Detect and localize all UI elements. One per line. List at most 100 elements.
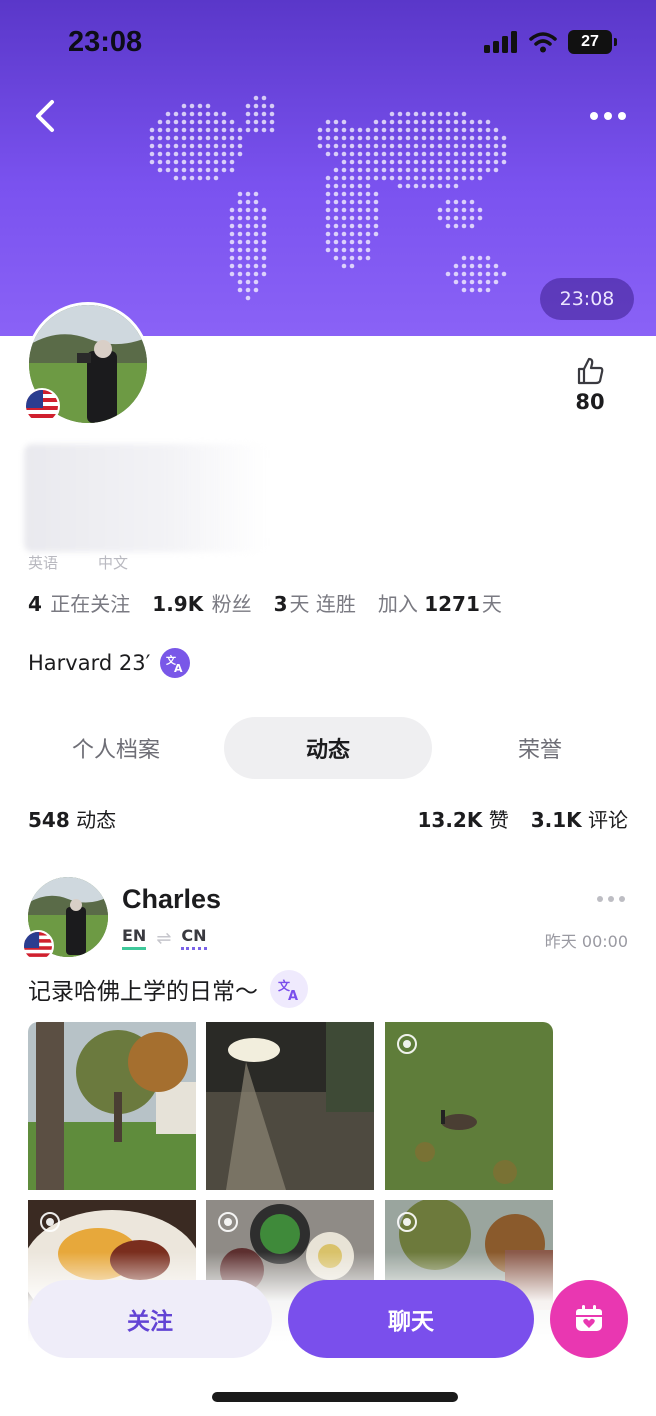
map-dot: [205, 167, 211, 173]
map-dot: [437, 175, 443, 181]
map-dot: [365, 167, 371, 173]
calendar-heart-button[interactable]: [550, 1280, 628, 1358]
battery-icon: 27: [568, 30, 617, 54]
map-dot: [469, 263, 475, 269]
map-dot: [205, 175, 211, 181]
map-dot: [357, 223, 363, 229]
thumbs-up-icon[interactable]: [575, 356, 605, 386]
map-dot: [253, 95, 259, 101]
map-dot: [397, 135, 403, 141]
map-dot: [365, 127, 371, 133]
map-dot: [349, 247, 355, 253]
followers-stat[interactable]: 1.9K 粉丝: [152, 588, 251, 617]
map-dot: [341, 119, 347, 125]
map-dot: [333, 175, 339, 181]
map-dot: [429, 175, 435, 181]
map-dot: [461, 199, 467, 205]
following-stat[interactable]: 4 正在关注: [28, 588, 130, 617]
map-dot: [349, 127, 355, 133]
map-dot: [261, 119, 267, 125]
map-dot: [253, 111, 259, 117]
world-map-dots: [149, 95, 507, 301]
map-dot: [333, 191, 339, 197]
chat-button[interactable]: 聊天: [288, 1280, 534, 1358]
map-dot: [325, 207, 331, 213]
map-dot: [333, 127, 339, 133]
map-dot: [461, 207, 467, 213]
map-dot: [253, 215, 259, 221]
map-dot: [189, 127, 195, 133]
tab-profile[interactable]: 个人档案: [12, 717, 220, 779]
map-dot: [197, 167, 203, 173]
map-dot: [453, 167, 459, 173]
map-dot: [237, 239, 243, 245]
post-author-name[interactable]: Charles: [122, 884, 221, 915]
map-dot: [477, 271, 483, 277]
map-dot: [149, 159, 155, 165]
back-chevron-icon[interactable]: [28, 96, 64, 136]
map-dot: [437, 207, 443, 213]
more-icon[interactable]: [586, 102, 630, 130]
map-dot: [237, 127, 243, 133]
map-dot: [173, 159, 179, 165]
map-dot: [397, 151, 403, 157]
map-dot: [157, 167, 163, 173]
map-dot: [485, 119, 491, 125]
map-dot: [437, 119, 443, 125]
map-dot: [469, 255, 475, 261]
map-dot: [461, 143, 467, 149]
map-dot: [165, 127, 171, 133]
map-dot: [237, 231, 243, 237]
translate-icon[interactable]: 文 A: [160, 648, 191, 678]
post-photo-goose[interactable]: [385, 1022, 553, 1190]
map-dot: [245, 215, 251, 221]
map-dot: [485, 159, 491, 165]
map-dot: [341, 191, 347, 197]
map-dot: [333, 167, 339, 173]
map-dot: [477, 263, 483, 269]
map-dot: [237, 255, 243, 261]
map-dot: [221, 143, 227, 149]
map-dot: [197, 135, 203, 141]
map-dot: [405, 183, 411, 189]
map-dot: [253, 207, 259, 213]
map-dot: [253, 263, 259, 269]
tab-moments[interactable]: 动态: [224, 717, 432, 779]
map-dot: [445, 151, 451, 157]
map-dot: [477, 167, 483, 173]
map-dot: [357, 231, 363, 237]
map-dot: [165, 159, 171, 165]
tab-honors[interactable]: 荣誉: [436, 717, 644, 779]
map-dot: [349, 191, 355, 197]
map-dot: [245, 231, 251, 237]
map-dot: [469, 287, 475, 293]
map-dot: [357, 151, 363, 157]
map-dot: [229, 263, 235, 269]
map-dot: [205, 159, 211, 165]
map-dot: [261, 271, 267, 277]
post-photo-campus[interactable]: [28, 1022, 196, 1190]
post-translate-icon[interactable]: 文 A: [270, 970, 308, 1008]
map-dot: [333, 119, 339, 125]
map-dot: [189, 151, 195, 157]
map-dot: [245, 271, 251, 277]
follow-button[interactable]: 关注: [28, 1280, 272, 1358]
map-dot: [357, 215, 363, 221]
map-dot: [357, 191, 363, 197]
map-dot: [421, 167, 427, 173]
map-dot: [413, 167, 419, 173]
profile-likes[interactable]: 80: [560, 356, 620, 414]
map-dot: [389, 175, 395, 181]
map-dot: [413, 183, 419, 189]
post-more-icon[interactable]: [596, 892, 626, 906]
map-dot: [461, 127, 467, 133]
map-dot: [365, 223, 371, 229]
live-photo-icon: [397, 1212, 417, 1232]
map-dot: [325, 231, 331, 237]
map-dot: [333, 231, 339, 237]
map-dot: [213, 111, 219, 117]
map-dot: [197, 159, 203, 165]
post-photo-night-street[interactable]: [206, 1022, 374, 1190]
live-photo-icon: [218, 1212, 238, 1232]
map-dot: [325, 143, 331, 149]
